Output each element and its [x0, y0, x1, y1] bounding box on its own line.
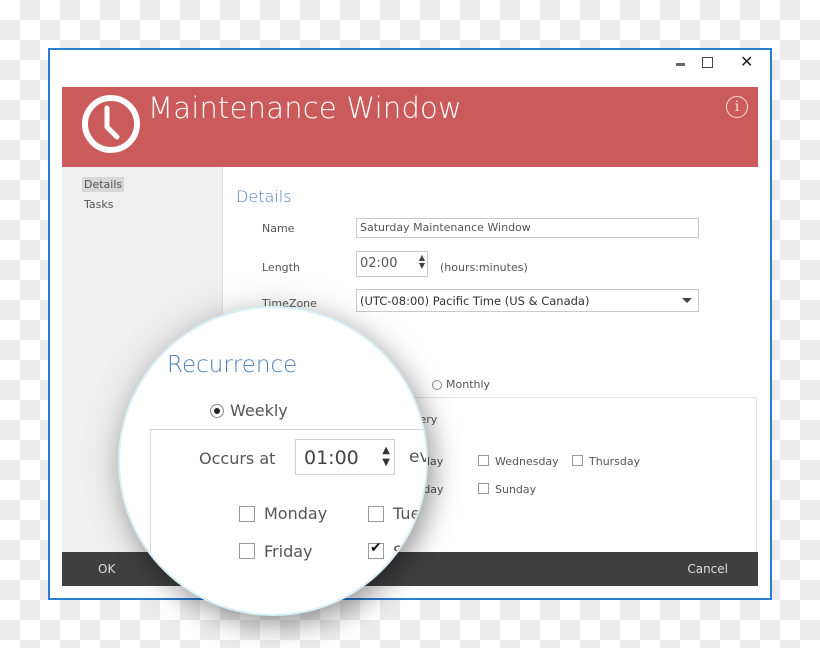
close-button[interactable]: ✕ [740, 52, 753, 71]
divider [150, 429, 151, 614]
sidebar-item-details[interactable]: Details [82, 177, 125, 192]
info-icon[interactable]: i [726, 96, 748, 118]
wednesday-checkbox[interactable] [478, 455, 489, 466]
divider [150, 429, 426, 430]
chevron-down-icon [682, 298, 692, 303]
saturday-checkbox[interactable]: ✔ [368, 540, 384, 559]
spinner-arrows-icon[interactable]: ▲ ▼ [419, 254, 425, 270]
checkmark-icon: ✔ [370, 540, 382, 556]
day-label-partial: day [423, 455, 444, 468]
length-label: Length [262, 261, 300, 274]
recurrence-section-title: Recurrence [167, 352, 298, 378]
sidebar-item-tasks[interactable]: Tasks [82, 197, 115, 212]
name-input[interactable]: Saturday Maintenance Window [356, 218, 699, 238]
monday-label: Monday [264, 504, 328, 523]
magnifier-callout: Recurrence Weekly Occurs at 01:00 ▲ ▼ ev … [120, 308, 426, 614]
length-value: 02:00 [360, 256, 398, 271]
sunday-checkbox[interactable] [478, 483, 489, 494]
length-hint: (hours:minutes) [440, 261, 528, 274]
weekly-label: Weekly [230, 401, 288, 420]
occurs-at-label: Occurs at [199, 449, 276, 468]
dialog-title: Maintenance Window [148, 91, 462, 125]
divider [756, 397, 757, 552]
occurs-at-value: 01:00 [304, 447, 359, 469]
friday-checkbox[interactable] [239, 543, 255, 559]
monday-checkbox[interactable] [239, 506, 255, 522]
weekly-radio[interactable] [210, 404, 224, 418]
every-label-partial: ev [409, 447, 426, 467]
maximize-button[interactable] [702, 57, 713, 68]
thursday-checkbox[interactable] [572, 455, 583, 466]
clock-icon [82, 95, 140, 153]
name-label: Name [262, 222, 295, 235]
dialog-header: Maintenance Window i [62, 87, 758, 167]
tuesday-checkbox[interactable] [368, 506, 384, 522]
spinner-arrows-icon[interactable]: ▲ ▼ [382, 445, 390, 469]
ok-button[interactable]: OK [98, 562, 115, 576]
minimize-button[interactable] [676, 54, 686, 66]
occurs-at-spinner[interactable]: 01:00 ▲ ▼ [295, 439, 395, 475]
monthly-label: Monthly [446, 378, 491, 391]
friday-label: Friday [264, 542, 313, 561]
cancel-button[interactable]: Cancel [687, 562, 728, 576]
monthly-radio[interactable] [432, 380, 442, 390]
timezone-value: (UTC-08:00) Pacific Time (US & Canada) [360, 294, 590, 308]
tuesday-label: Tue [393, 504, 421, 523]
length-spinner[interactable]: 02:00 ▲ ▼ [356, 251, 428, 277]
saturday-label: S [393, 542, 404, 561]
wednesday-label: Wednesday [495, 455, 559, 468]
thursday-label: Thursday [589, 455, 641, 468]
sunday-label: Sunday [495, 483, 537, 496]
details-section-title: Details [236, 187, 292, 206]
timezone-select[interactable]: (UTC-08:00) Pacific Time (US & Canada) [356, 289, 699, 312]
